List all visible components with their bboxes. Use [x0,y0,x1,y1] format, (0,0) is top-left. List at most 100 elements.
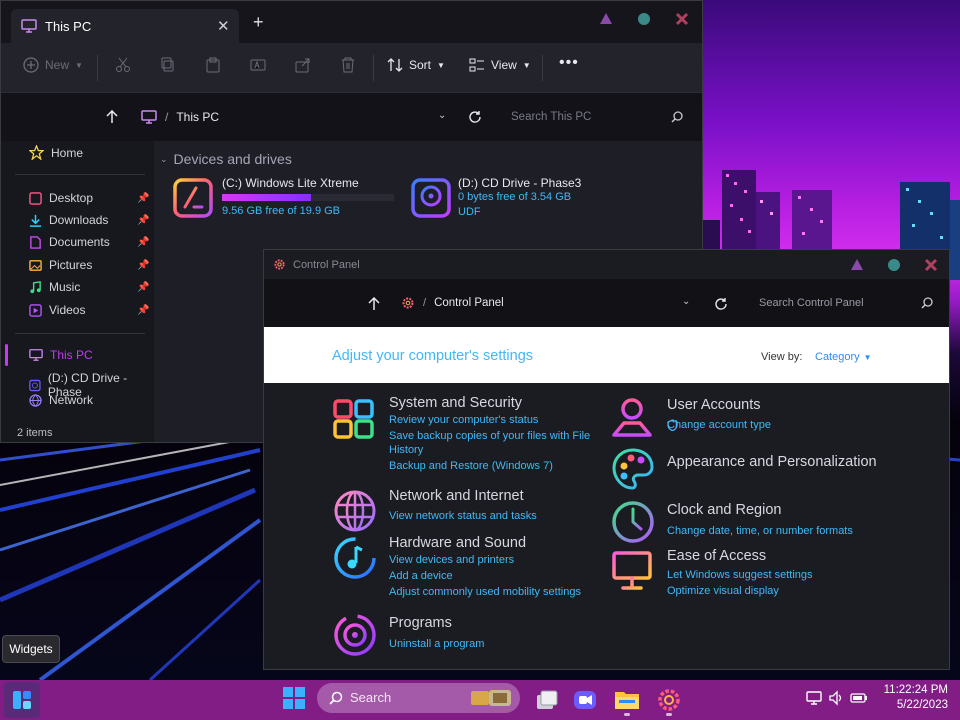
search-input[interactable]: Search Control Panel [750,290,940,316]
close-window-button[interactable] [675,12,689,26]
battery-icon[interactable] [850,690,868,706]
search-input[interactable]: Search This PC [501,103,694,131]
devices-section-header[interactable]: ⌄ Devices and drives [160,151,292,167]
category-link[interactable]: Let Windows suggest settings [667,568,813,582]
category-link[interactable]: History [389,443,423,457]
category-title[interactable]: Hardware and Sound [389,535,526,551]
maximize-button[interactable] [887,258,901,272]
change-account-type-link[interactable]: Change account type [667,419,771,431]
drive-c-usage-bar [222,194,394,201]
chevron-down-icon: ⌄ [160,153,168,164]
up-arrow-icon[interactable] [105,110,119,124]
category-title[interactable]: Appearance and Personalization [667,454,877,470]
drive-c[interactable]: (C:) Windows Lite Xtreme 9.56 GB free of… [172,175,402,223]
sidebar-item-music[interactable]: Music 📌 [29,280,149,294]
address-dropdown-icon[interactable]: ⌄ [682,296,690,307]
this-pc-icon [21,19,37,33]
start-windows-icon[interactable] [280,684,308,712]
widgets-button[interactable] [4,682,40,718]
sidebar-item-documents[interactable]: Documents 📌 [29,235,149,249]
category-title[interactable]: System and Security [389,395,522,411]
category-title[interactable]: Network and Internet [389,488,524,504]
breadcrumb-control-panel: Control Panel [434,297,504,309]
category-link[interactable]: Backup and Restore (Windows 7) [389,459,553,473]
search-icon [921,297,933,309]
control-panel-taskbar-icon[interactable] [655,686,683,714]
network-monitor-icon[interactable] [806,690,822,706]
category-link[interactable]: View network status and tasks [389,509,537,523]
category-link[interactable]: Add a device [389,569,453,583]
delete-icon[interactable] [340,57,356,73]
refresh-icon[interactable] [714,297,728,311]
refresh-icon[interactable] [468,110,482,124]
sidebar-item-network[interactable]: Network [29,393,93,407]
cd-drive-icon [29,379,41,391]
view-by-dropdown[interactable]: Category ▼ [815,351,872,363]
category-title[interactable]: Ease of Access [667,548,766,564]
taskbar-search[interactable]: Search [317,683,520,713]
categories: System and Security Review your computer… [264,383,949,669]
navigation-pane: Home Desktop 📌 Downloads 📌 Documents 📌 P… [1,141,154,442]
close-tab-icon[interactable]: ✕ [217,17,230,35]
this-pc-icon [29,349,43,361]
pin-icon: 📌 [137,304,150,316]
category-link[interactable]: Change date, time, or number formats [667,524,853,538]
up-arrow-icon[interactable] [367,297,381,311]
breadcrumb-this-pc: This PC [176,110,220,124]
control-panel-window: Control Panel / Control Panel ⌄ Search C… [263,249,950,670]
category-link[interactable]: Review your computer's status [389,413,538,427]
sidebar-item-desktop[interactable]: Desktop 📌 [29,191,149,205]
category-link[interactable]: View devices and printers [389,553,514,567]
category-title[interactable]: Clock and Region [667,502,781,518]
music-icon [30,280,41,293]
category-link[interactable]: Optimize visual display [667,584,779,598]
sidebar-item-downloads[interactable]: Downloads 📌 [29,213,149,227]
drive-d[interactable]: (D:) CD Drive - Phase3 0 bytes free of 3… [410,175,610,223]
volume-icon[interactable] [828,690,844,706]
status-item-count: 2 items [17,427,53,439]
drive-c-free: 9.56 GB free of 19.9 GB [222,205,341,217]
close-window-button[interactable] [924,258,938,272]
rename-icon[interactable] [250,57,266,73]
clock-icon [612,501,654,543]
copy-icon[interactable] [160,57,176,73]
paste-icon[interactable] [205,57,221,73]
task-view-icon[interactable] [533,686,561,714]
view-by-label: View by: [761,351,803,363]
category-link[interactable]: Uninstall a program [389,637,484,651]
sidebar-item-pictures[interactable]: Pictures 📌 [29,258,149,272]
share-icon[interactable] [295,57,311,73]
address-dropdown-icon[interactable]: ⌄ [438,110,446,121]
more-options-button[interactable]: ••• [559,54,579,72]
widgets-tooltip: Widgets [2,635,60,663]
search-placeholder: Search This PC [511,111,592,123]
category-title[interactable]: User Accounts [667,397,761,413]
sidebar-item-home[interactable]: Home [29,145,83,160]
running-indicator [624,713,630,716]
minimize-button[interactable] [599,12,613,26]
search-icon [671,111,683,123]
sidebar-item-videos[interactable]: Videos 📌 [29,303,149,317]
breadcrumb[interactable]: / Control Panel [401,296,504,310]
minimize-button[interactable] [850,258,864,272]
search-highlight-icon [471,690,511,706]
clock-widget[interactable]: 11:22:24 PM 5/22/2023 [876,683,948,715]
sidebar-item-this-pc[interactable]: This PC [29,348,93,362]
new-button[interactable]: New ▼ [23,57,83,73]
breadcrumb-separator: / [165,110,169,124]
view-icon [469,58,484,72]
chat-icon[interactable] [571,686,599,714]
breadcrumb[interactable]: / This PC [141,109,219,125]
category-link[interactable]: Adjust commonly used mobility settings [389,585,581,599]
sort-button[interactable]: Sort ▼ [387,57,445,73]
category-link[interactable]: Save backup copies of your files with Fi… [389,429,590,443]
cut-icon[interactable] [115,57,131,73]
category-title[interactable]: Programs [389,615,452,631]
view-button[interactable]: View ▼ [469,57,531,73]
tab-this-pc[interactable]: This PC ✕ [11,9,239,43]
toolbar-divider [542,55,543,81]
file-explorer-icon[interactable] [613,686,641,714]
new-tab-button[interactable]: + [253,13,264,31]
maximize-button[interactable] [637,12,651,26]
desktop-icon [29,191,42,205]
